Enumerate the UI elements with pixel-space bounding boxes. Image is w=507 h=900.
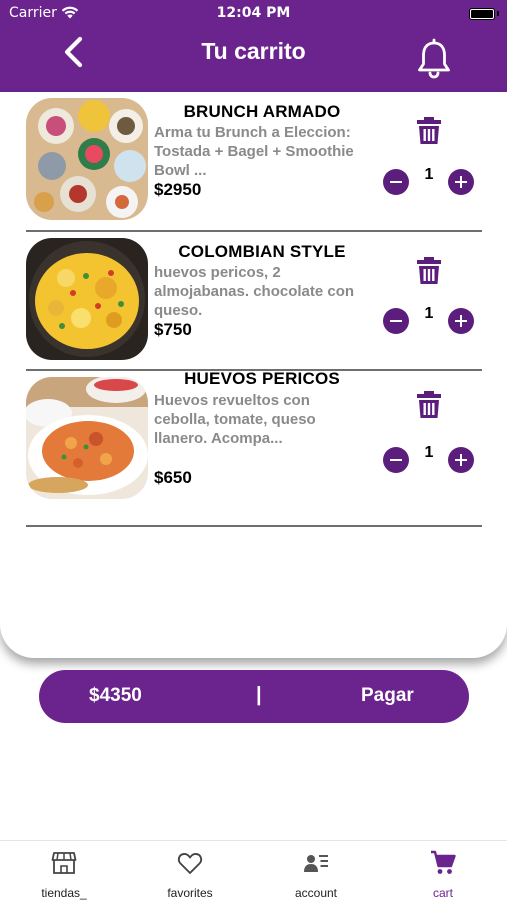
- product-description: Arma tu Brunch a Eleccion: Tostada + Bag…: [154, 124, 354, 179]
- tab-label: cart: [432, 886, 453, 900]
- cart-item: BRUNCH ARMADO Arma tu Brunch a Eleccion:…: [26, 92, 482, 230]
- decrease-quantity-button[interactable]: [383, 447, 409, 473]
- quantity-value: 1: [424, 305, 434, 322]
- cart-list: BRUNCH ARMADO Arma tu Brunch a Eleccion:…: [0, 92, 507, 658]
- heart-icon: [177, 853, 203, 874]
- cart-total: $4350: [89, 685, 142, 706]
- battery-tip: [497, 11, 499, 16]
- trash-icon[interactable]: [416, 255, 442, 285]
- trash-icon[interactable]: [416, 389, 442, 419]
- tab-favorites[interactable]: favorites: [127, 841, 253, 900]
- product-name: BRUNCH ARMADO: [183, 102, 341, 121]
- cart-item: COLOMBIAN STYLE huevos pericos, 2 almoja…: [26, 232, 482, 370]
- notifications-bell-icon[interactable]: [416, 38, 452, 80]
- tab-cart[interactable]: cart: [380, 841, 506, 900]
- tab-label: account: [294, 886, 338, 900]
- decrease-quantity-button[interactable]: [383, 308, 409, 334]
- product-name: HUEVOS PERICOS: [184, 369, 340, 388]
- product-description: huevos pericos, 2 almojabanas. chocolate…: [154, 264, 355, 319]
- increase-quantity-button[interactable]: [448, 447, 474, 473]
- account-icon: [304, 855, 328, 872]
- increase-quantity-button[interactable]: [448, 169, 474, 195]
- product-price: $650: [154, 468, 192, 487]
- tab-bar: tiendas_ favorites account cart: [0, 840, 507, 900]
- product-image-pericos: [26, 377, 148, 499]
- tab-label: favorites: [167, 886, 213, 900]
- product-price: $750: [154, 320, 192, 339]
- tab-tiendas[interactable]: tiendas_: [1, 841, 127, 900]
- cart-item: HUEVOS PERICOS Huevos revueltos con cebo…: [26, 369, 482, 527]
- header: Carrier 12:04 PM Tu carrito: [0, 0, 507, 92]
- checkout-button[interactable]: $4350 | Pagar: [39, 670, 469, 723]
- product-image-brunch: [26, 98, 148, 220]
- trash-icon[interactable]: [416, 115, 442, 145]
- increase-quantity-button[interactable]: [448, 308, 474, 334]
- store-icon: [51, 852, 77, 874]
- tab-label: tiendas_: [41, 886, 87, 900]
- quantity-value: 1: [424, 166, 434, 183]
- battery-icon: [469, 8, 495, 20]
- status-time: 12:04 PM: [216, 5, 291, 21]
- tab-account[interactable]: account: [253, 841, 379, 900]
- product-image-colombian: [26, 238, 148, 360]
- product-name: COLOMBIAN STYLE: [178, 242, 346, 261]
- quantity-value: 1: [424, 444, 434, 461]
- pay-separator: |: [256, 684, 262, 706]
- pay-label: Pagar: [361, 685, 414, 706]
- cart-icon: [431, 850, 456, 874]
- decrease-quantity-button[interactable]: [383, 169, 409, 195]
- product-price: $2950: [154, 180, 202, 199]
- status-bar: Carrier 12:04 PM: [0, 0, 507, 28]
- item-divider: [26, 525, 482, 527]
- product-description: Huevos revueltos con cebolla, tomate, qu…: [154, 392, 316, 447]
